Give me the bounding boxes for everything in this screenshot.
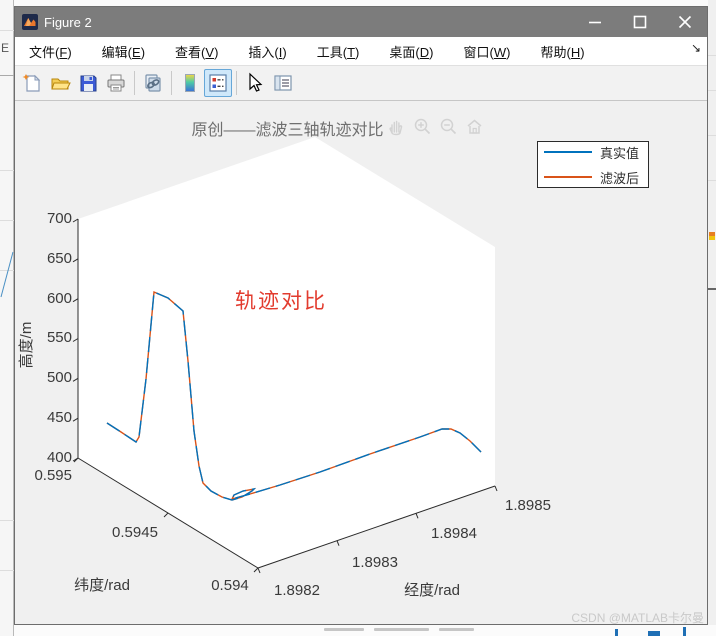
- z-tick: 400: [46, 449, 72, 466]
- zoom-out-icon[interactable]: [439, 117, 458, 136]
- legend-entry-filtered[interactable]: 滤波后: [544, 168, 642, 187]
- insert-legend-button[interactable]: [204, 69, 232, 97]
- y-axis-label: 纬度/rad: [74, 577, 130, 594]
- z-tick: 600: [46, 290, 72, 307]
- menu-edit[interactable]: 编辑(E): [95, 38, 152, 65]
- minimize-icon: [588, 21, 601, 24]
- watermark: CSDN @MATLAB卡尔曼: [571, 611, 704, 624]
- z-tick: 500: [46, 369, 72, 386]
- background-window-fragment-bottom: [14, 625, 716, 636]
- plot-box-walls: [78, 137, 495, 568]
- legend-label: 真实值: [600, 145, 640, 161]
- menu-file[interactable]: 文件(F): [22, 38, 79, 65]
- menu-window[interactable]: 窗口(W): [456, 38, 517, 65]
- menubar: 文件(F) 编辑(E) 查看(V) 插入(I) 工具(T) 桌面(D) 窗口(W…: [15, 37, 707, 66]
- new-figure-icon: [22, 74, 41, 92]
- y-tick: 0.594: [211, 577, 249, 594]
- legend-line-swatch-orange: [544, 176, 592, 178]
- property-inspector-button[interactable]: [269, 69, 297, 97]
- axes-toolbar: [387, 117, 484, 136]
- legend-line-swatch-blue: [544, 151, 592, 153]
- legend-label: 滤波后: [600, 170, 640, 186]
- toolbar-separator: [236, 71, 237, 95]
- menu-help[interactable]: 帮助(H): [533, 38, 591, 65]
- close-button[interactable]: [662, 7, 707, 37]
- new-figure-button[interactable]: [18, 69, 46, 97]
- insert-colorbar-icon: [185, 74, 195, 92]
- z-tick: 700: [46, 210, 72, 227]
- link-plot-icon: [145, 74, 161, 92]
- plot-title: 原创——滤波三轴轨迹对比: [191, 122, 384, 139]
- property-inspector-icon: [274, 75, 292, 91]
- x-axis-label: 经度/rad: [404, 582, 460, 599]
- save-figure-icon: [80, 75, 97, 92]
- close-icon: [678, 15, 691, 29]
- link-plot-button[interactable]: [139, 69, 167, 97]
- maximize-icon: [633, 15, 646, 29]
- z-axis-label: 高度/m: [18, 321, 35, 369]
- legend-entry-true[interactable]: 真实值: [544, 143, 642, 162]
- y-tick: 0.5945: [112, 524, 158, 541]
- maximize-button[interactable]: [617, 7, 662, 37]
- legend-box[interactable]: 真实值 滤波后: [537, 141, 649, 188]
- z-tick: 550: [46, 329, 72, 346]
- desktop-background: E Figure 2 文件(F) 编辑(E) 查看(V) 插入(I) 工具(T)…: [0, 0, 716, 636]
- home-restore-view-icon[interactable]: [465, 117, 484, 136]
- x-tick: 1.8985: [505, 497, 551, 514]
- edit-plot-icon: [249, 72, 263, 92]
- pan-hand-icon[interactable]: [387, 117, 406, 136]
- insert-legend-icon: [209, 74, 227, 92]
- background-plot-fragment: [0, 251, 14, 298]
- save-figure-button[interactable]: [74, 69, 102, 97]
- plot-annotation[interactable]: 轨迹对比: [235, 285, 327, 315]
- menu-desktop[interactable]: 桌面(D): [382, 38, 440, 65]
- figure-canvas[interactable]: 原创——滤波三轴轨迹对比 400 450 500 550 600 650 700…: [15, 101, 707, 624]
- titlebar[interactable]: Figure 2: [15, 7, 707, 37]
- print-figure-button[interactable]: [102, 69, 130, 97]
- figure-toolbar: [15, 66, 707, 101]
- menu-view[interactable]: 查看(V): [168, 38, 225, 65]
- menu-tools[interactable]: 工具(T): [310, 38, 367, 65]
- matlab-icon: [22, 14, 38, 30]
- open-file-button[interactable]: [46, 69, 74, 97]
- dock-figure-arrow-icon[interactable]: ↘: [691, 41, 701, 55]
- zoom-in-icon[interactable]: [413, 117, 432, 136]
- z-tick: 450: [46, 409, 72, 426]
- x-tick: 1.8984: [431, 525, 477, 542]
- background-window-fragment-left: E: [0, 0, 14, 636]
- open-file-icon: [51, 78, 71, 90]
- background-window-fragment-right: [708, 0, 716, 636]
- print-figure-icon: [107, 74, 125, 92]
- x-tick: 1.8983: [352, 554, 398, 571]
- figure-window: Figure 2 文件(F) 编辑(E) 查看(V) 插入(I) 工具(T) 桌…: [14, 6, 708, 625]
- x-tick: 1.8982: [274, 582, 320, 599]
- toolbar-separator: [171, 71, 172, 95]
- insert-colorbar-button[interactable]: [176, 69, 204, 97]
- edit-plot-button[interactable]: [241, 69, 269, 97]
- background-text-fragment: E: [1, 41, 10, 55]
- toolbar-separator: [134, 71, 135, 95]
- menu-insert[interactable]: 插入(I): [241, 38, 293, 65]
- minimize-button[interactable]: [572, 7, 617, 37]
- y-tick: 0.595: [34, 467, 72, 484]
- z-tick: 650: [46, 250, 72, 267]
- window-title: Figure 2: [44, 14, 92, 30]
